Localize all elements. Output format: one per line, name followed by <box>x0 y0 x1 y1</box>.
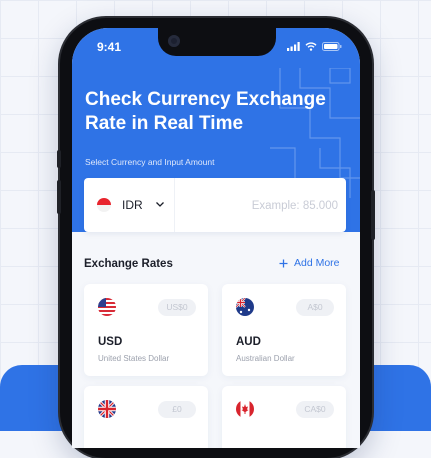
currency-name: United States Dollar <box>98 354 170 363</box>
page-title: Check Currency Exchange Rate in Real Tim… <box>85 89 326 134</box>
camera-icon <box>168 35 180 47</box>
rate-card-usd[interactable]: US$0 USD United States Dollar <box>84 284 208 376</box>
phone-screen: 9:41 Check Currency Exchange Rate in Rea… <box>72 28 360 448</box>
id-flag-icon <box>97 198 111 212</box>
battery-icon <box>322 42 342 51</box>
status-time: 9:41 <box>97 40 122 54</box>
rate-card-cad[interactable]: CA$0 <box>222 386 346 448</box>
page-subtitle: Select Currency and Input Amount <box>85 157 215 167</box>
phone-side-button <box>371 190 375 240</box>
currency-code: AUD <box>236 336 261 348</box>
rate-card-gbp[interactable]: £0 <box>84 386 208 448</box>
rate-card-aud[interactable]: A$0 AUD Australian Dollar <box>222 284 346 376</box>
us-flag-icon <box>98 298 116 316</box>
currency-code: USD <box>98 336 123 348</box>
exchange-rates-heading: Exchange Rates <box>84 258 173 270</box>
phone-side-button <box>57 150 61 168</box>
uk-flag-icon <box>98 400 116 418</box>
rate-value: US$0 <box>158 299 196 316</box>
rate-value: A$0 <box>296 299 334 316</box>
divider <box>174 178 175 232</box>
add-more-label: Add More <box>294 257 340 269</box>
selected-currency: IDR <box>122 198 143 212</box>
converter-card: IDR <box>84 178 346 232</box>
ca-flag-icon <box>236 400 254 418</box>
plus-icon <box>279 259 288 267</box>
chevron-down-icon <box>156 202 164 207</box>
currency-name: Australian Dollar <box>236 354 295 363</box>
au-flag-icon <box>236 298 254 316</box>
wifi-icon <box>305 42 317 51</box>
rate-value: CA$0 <box>296 401 334 418</box>
add-more-button[interactable]: Add More <box>279 257 340 269</box>
signal-icon <box>287 42 300 51</box>
amount-input[interactable] <box>180 195 340 217</box>
currency-select[interactable]: IDR <box>84 178 174 232</box>
rate-value: £0 <box>158 401 196 418</box>
phone-side-button <box>57 180 61 214</box>
status-icons <box>287 42 342 51</box>
